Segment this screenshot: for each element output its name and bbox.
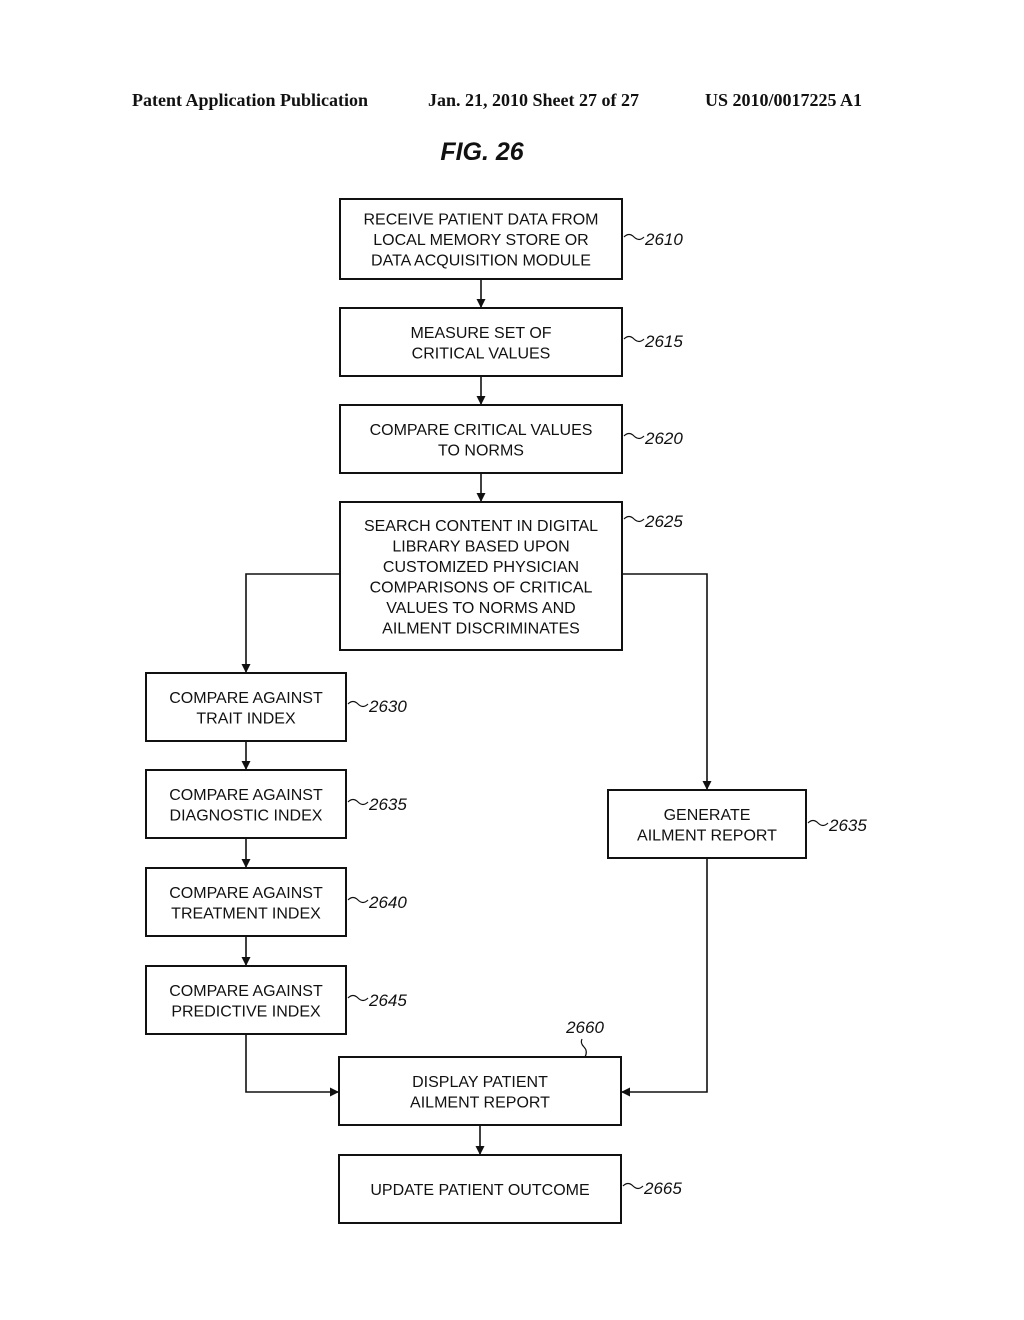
reference-numeral: 2630 bbox=[368, 697, 407, 716]
step-text: CUSTOMIZED PHYSICIAN bbox=[383, 559, 579, 576]
leader-line bbox=[347, 994, 369, 1002]
step-text: UPDATE PATIENT OUTCOME bbox=[370, 1182, 589, 1199]
reference-numeral: 2635 bbox=[828, 816, 867, 835]
step-2660: DISPLAY PATIENT AILMENT REPORT 2660 bbox=[338, 1018, 622, 1126]
reference-numeral: 2645 bbox=[368, 991, 407, 1010]
step-text: DATA ACQUISITION MODULE bbox=[371, 253, 591, 270]
step-2630: COMPARE AGAINST TRAIT INDEX 2630 bbox=[145, 672, 407, 742]
leader-line bbox=[580, 1038, 587, 1058]
step-2645: COMPARE AGAINST PREDICTIVE INDEX 2645 bbox=[145, 965, 407, 1035]
leader-line bbox=[347, 798, 369, 806]
reference-numeral: 2640 bbox=[368, 893, 407, 912]
reference-numeral: 2635 bbox=[368, 795, 407, 814]
step-box bbox=[339, 307, 623, 377]
step-2665: UPDATE PATIENT OUTCOME 2665 bbox=[338, 1154, 682, 1224]
step-text: TREATMENT INDEX bbox=[171, 905, 321, 922]
arrow-2625-to-2635b bbox=[622, 573, 712, 790]
leader-line bbox=[623, 432, 645, 440]
step-2615: MEASURE SET OF CRITICAL VALUES 2615 bbox=[339, 307, 683, 377]
step-box bbox=[145, 965, 347, 1035]
step-text: MEASURE SET OF bbox=[410, 325, 551, 342]
arrow-2645-to-2660 bbox=[245, 1034, 339, 1097]
step-box bbox=[145, 867, 347, 937]
step-box bbox=[145, 769, 347, 839]
reference-numeral: 2615 bbox=[644, 332, 683, 351]
step-text: SEARCH CONTENT IN DIGITAL bbox=[364, 518, 598, 535]
step-2635b: GENERATE AILMENT REPORT 2635 bbox=[607, 789, 867, 859]
step-text: GENERATE bbox=[664, 807, 751, 824]
step-box bbox=[145, 672, 347, 742]
step-text: TO NORMS bbox=[438, 442, 524, 459]
step-2640: COMPARE AGAINST TREATMENT INDEX 2640 bbox=[145, 867, 407, 937]
arrow-2625-to-2630 bbox=[241, 573, 340, 673]
step-text: RECEIVE PATIENT DATA FROM bbox=[364, 212, 599, 229]
step-box bbox=[338, 1056, 622, 1126]
step-text: COMPARE AGAINST bbox=[169, 690, 323, 707]
reference-numeral: 2665 bbox=[643, 1179, 682, 1198]
reference-numeral: 2620 bbox=[644, 429, 683, 448]
step-text: CRITICAL VALUES bbox=[412, 345, 551, 362]
leader-line bbox=[623, 515, 645, 523]
leader-line bbox=[347, 700, 369, 708]
reference-numeral: 2610 bbox=[644, 230, 683, 249]
reference-numeral: 2660 bbox=[565, 1018, 604, 1037]
step-box bbox=[607, 789, 807, 859]
step-text: AILMENT REPORT bbox=[410, 1094, 550, 1111]
step-text: AILMENT DISCRIMINATES bbox=[382, 620, 580, 637]
leader-line bbox=[623, 335, 645, 343]
step-text: COMPARE CRITICAL VALUES bbox=[370, 422, 593, 439]
leader-line bbox=[623, 233, 645, 241]
step-2635a: COMPARE AGAINST DIAGNOSTIC INDEX 2635 bbox=[145, 769, 407, 839]
step-text: PREDICTIVE INDEX bbox=[171, 1003, 321, 1020]
arrow-2635b-to-2660 bbox=[621, 858, 708, 1097]
step-text: VALUES TO NORMS AND bbox=[386, 600, 575, 617]
step-text: COMPARE AGAINST bbox=[169, 885, 323, 902]
step-text: LOCAL MEMORY STORE OR bbox=[373, 232, 588, 249]
leader-line bbox=[807, 819, 829, 827]
step-text: TRAIT INDEX bbox=[196, 710, 296, 727]
leader-line bbox=[347, 896, 369, 904]
step-text: COMPARE AGAINST bbox=[169, 983, 323, 1000]
step-text: DISPLAY PATIENT bbox=[412, 1074, 548, 1091]
step-text: COMPARISONS OF CRITICAL bbox=[370, 579, 593, 596]
reference-numeral: 2625 bbox=[644, 512, 683, 531]
step-box bbox=[339, 404, 623, 474]
step-2625: SEARCH CONTENT IN DIGITAL LIBRARY BASED U… bbox=[339, 501, 683, 651]
step-text: LIBRARY BASED UPON bbox=[392, 538, 569, 555]
flowchart: RECEIVE PATIENT DATA FROM LOCAL MEMORY ST… bbox=[145, 198, 867, 1224]
step-text: COMPARE AGAINST bbox=[169, 787, 323, 804]
leader-line bbox=[622, 1182, 644, 1190]
step-2620: COMPARE CRITICAL VALUES TO NORMS 2620 bbox=[339, 404, 683, 474]
step-2610: RECEIVE PATIENT DATA FROM LOCAL MEMORY ST… bbox=[339, 198, 683, 280]
step-text: DIAGNOSTIC INDEX bbox=[170, 807, 323, 824]
step-text: AILMENT REPORT bbox=[637, 827, 777, 844]
